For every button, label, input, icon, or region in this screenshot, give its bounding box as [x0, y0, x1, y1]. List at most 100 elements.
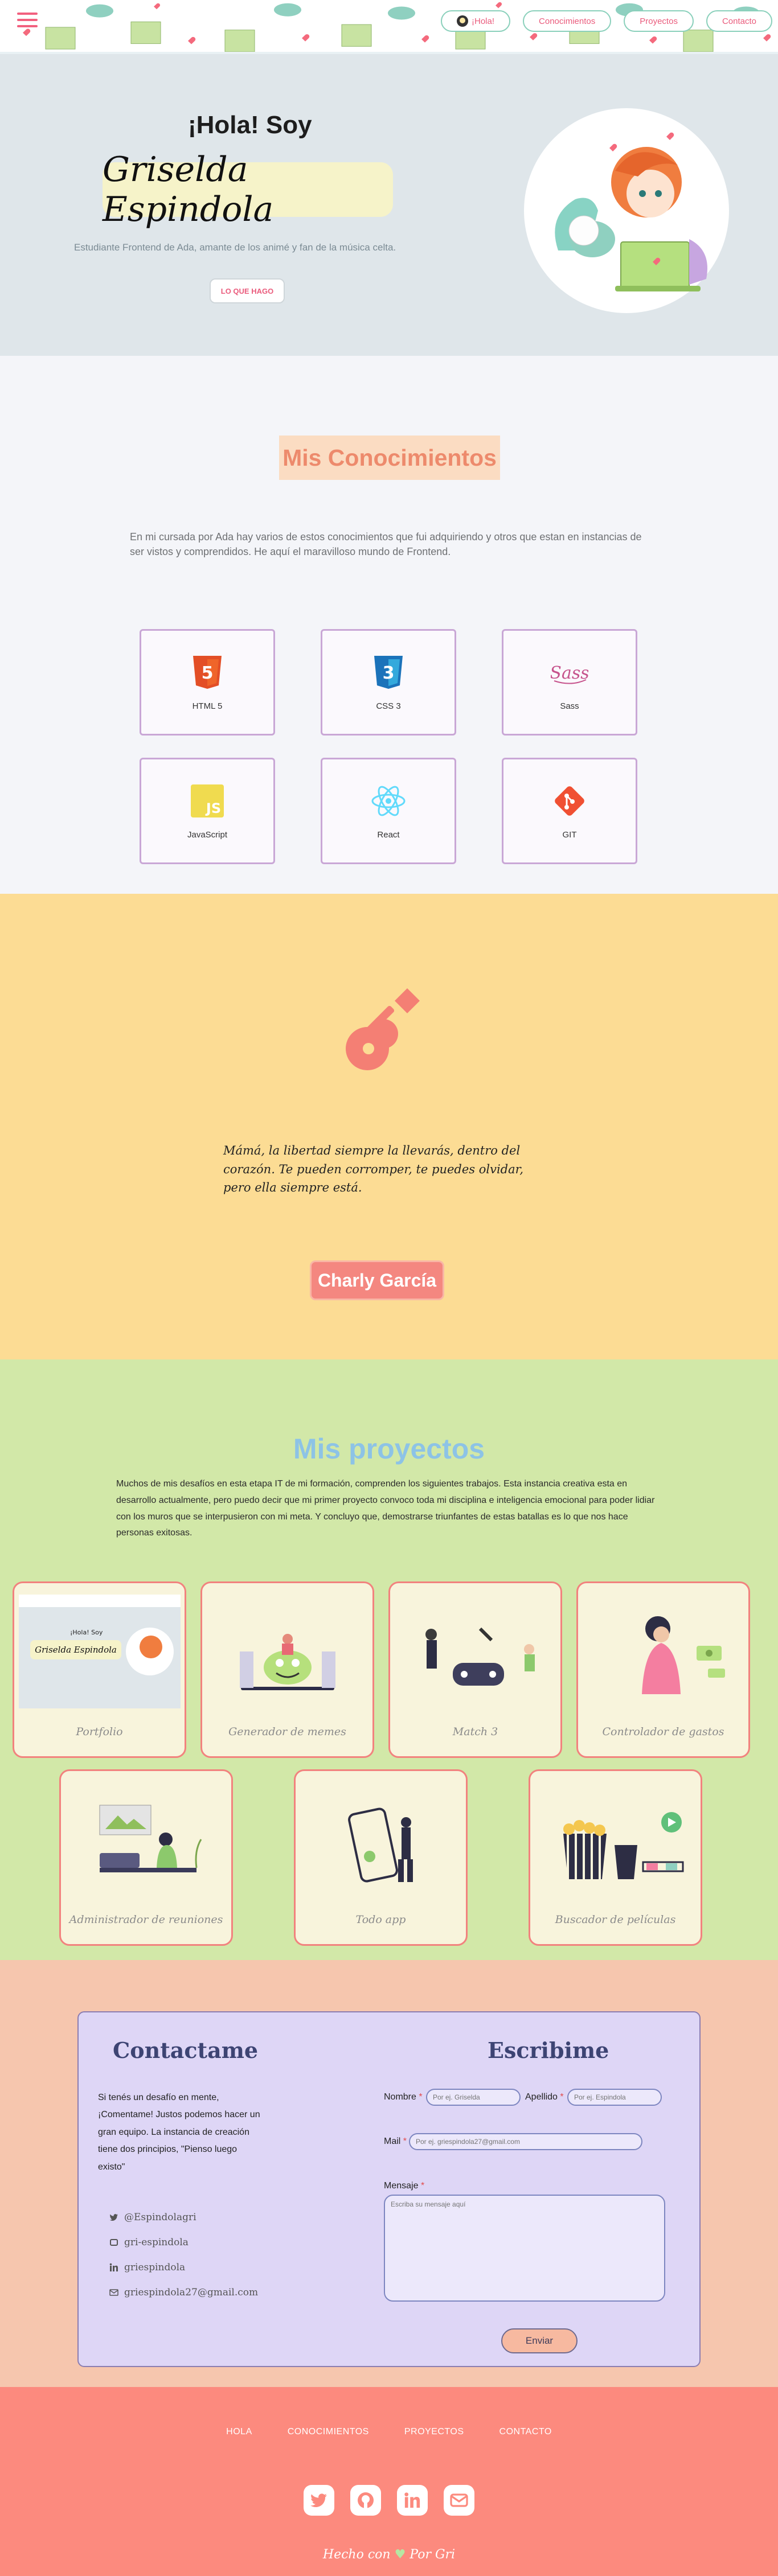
expense-tracker-illustration — [642, 1616, 725, 1694]
message-label: Mensaje * — [384, 2181, 425, 2191]
twitter-icon — [109, 2214, 118, 2221]
project-card-reuniones[interactable]: Administrador de reuniones — [59, 1769, 233, 1946]
footer-link-hola[interactable]: HOLA — [226, 2427, 252, 2437]
hero-greeting: ¡Hola! Soy — [188, 111, 312, 139]
avatar-mini-icon — [457, 15, 469, 27]
project-title: Generador de memes — [228, 1725, 346, 1738]
footer-social-icons — [0, 2485, 778, 2516]
nav-link-contacto[interactable]: Contacto — [706, 10, 772, 32]
project-card-todo[interactable]: Todo app — [294, 1769, 468, 1946]
footer-credit: Hecho con ♥ Por Gri — [322, 2548, 456, 2562]
css3-icon: 3 — [374, 656, 403, 689]
footer-link-proyectos[interactable]: PROYECTOS — [404, 2427, 464, 2437]
movie-search-illustration — [563, 1812, 684, 1879]
surname-field[interactable] — [567, 2089, 662, 2106]
thumb-mini-greeting: ¡Hola! Soy — [70, 1629, 103, 1636]
message-field[interactable] — [384, 2195, 665, 2302]
what-i-do-button[interactable]: LO QUE HAGO — [210, 278, 285, 303]
project-card-match3[interactable]: Match 3 — [388, 1581, 562, 1758]
top-navigation: ¡Hola! Conocimientos Proyectos Contacto — [0, 0, 778, 54]
skill-card-css[interactable]: 3 CSS 3 — [321, 629, 456, 736]
skill-card-sass[interactable]: Sass Sass — [502, 629, 637, 736]
contact-intro: Si tenés un desafío en mente, ¡Comentame… — [98, 2093, 260, 2172]
name-label: Nombre * — [384, 2092, 423, 2102]
social-linkedin[interactable]: griespindola — [109, 2262, 185, 2273]
project-title: Match 3 — [452, 1725, 498, 1738]
meme-generator-illustration — [240, 1634, 335, 1690]
quote-author: Charly García — [310, 1260, 444, 1300]
project-card-gastos[interactable]: Controlador de gastos — [576, 1581, 750, 1758]
nav-link-label: ¡Hola! — [472, 16, 495, 26]
html5-icon: 5 — [193, 656, 222, 689]
match3-game-illustration — [425, 1627, 535, 1686]
skill-label: Sass — [560, 701, 579, 711]
footer-link-conocimientos[interactable]: CONOCIMIENTOS — [288, 2427, 369, 2437]
quote-text: Mámá, la libertad siempre la llevarás, d… — [223, 1144, 524, 1195]
svg-text:3: 3 — [383, 663, 395, 683]
skill-card-react[interactable]: React — [321, 758, 456, 864]
skills-title: Mis Conocimientos — [279, 436, 500, 480]
footer-twitter-icon[interactable] — [304, 2485, 334, 2516]
footer-github-icon[interactable] — [350, 2485, 381, 2516]
sass-icon: Sass — [551, 663, 588, 684]
hero-section: ¡Hola! Soy Griselda Espindola Estudiante… — [0, 54, 778, 356]
social-text: griespindola27@gmail.com — [124, 2287, 259, 2298]
nav-links: ¡Hola! Conocimientos Proyectos Contacto — [441, 10, 772, 32]
quote-section: Mámá, la libertad siempre la llevarás, d… — [0, 894, 778, 1359]
email-field[interactable] — [409, 2133, 642, 2150]
skill-card-html[interactable]: 5 HTML 5 — [140, 629, 275, 736]
meeting-manager-illustration — [99, 1805, 202, 1872]
heart-icon: ♥ — [394, 2548, 406, 2562]
projects-description: Muchos de mis desafíos en esta etapa IT … — [116, 1479, 655, 1538]
social-text: gri-espindola — [124, 2237, 189, 2248]
svg-text:JS: JS — [205, 800, 221, 816]
mail-label: Mail * — [384, 2137, 407, 2146]
react-icon — [371, 786, 406, 816]
social-text: griespindola — [124, 2262, 186, 2273]
project-card-memes[interactable]: Generador de memes — [200, 1581, 374, 1758]
guitar-icon — [346, 988, 420, 1070]
javascript-icon: JS — [191, 784, 224, 817]
project-title: Todo app — [355, 1913, 406, 1926]
girl-with-laptop-illustration — [555, 132, 707, 291]
svg-text:Sass: Sass — [551, 663, 588, 683]
footer-links: HOLA CONOCIMIENTOS PROYECTOS CONTACTO — [0, 2427, 778, 2437]
social-github[interactable]: gri-espindola — [109, 2237, 189, 2248]
skill-card-javascript[interactable]: JS JavaScript — [140, 758, 275, 864]
linkedin-icon — [109, 2263, 118, 2271]
footer-email-icon[interactable] — [444, 2485, 474, 2516]
send-button[interactable]: Enviar — [501, 2328, 578, 2353]
hero-name: Griselda Espindola — [103, 150, 393, 229]
social-email[interactable]: griespindola27@gmail.com — [109, 2287, 258, 2298]
nav-link-label: Proyectos — [640, 16, 678, 26]
contact-section: Contactame Escribime Si tenés un desafío… — [0, 1960, 778, 2387]
skill-label: CSS 3 — [376, 701, 401, 711]
social-twitter[interactable]: @Espindolagri — [109, 2212, 196, 2223]
projects-section: Mis proyectos Muchos de mis desafíos en … — [0, 1359, 778, 1960]
git-icon — [555, 786, 584, 816]
todo-app-illustration — [348, 1807, 413, 1883]
portfolio-thumbnail: ¡Hola! Soy Griselda Espindola — [19, 1595, 181, 1708]
project-card-peliculas[interactable]: Buscador de películas — [529, 1769, 702, 1946]
nav-link-conocimientos[interactable]: Conocimientos — [523, 10, 612, 32]
skill-card-git[interactable]: GIT — [502, 758, 637, 864]
contact-title: Contactame — [113, 2037, 259, 2063]
project-title: Administrador de reuniones — [69, 1913, 223, 1926]
footer: HOLA CONOCIMIENTOS PROYECTOS CONTACTO He… — [0, 2387, 778, 2576]
project-title: Portfolio — [76, 1725, 123, 1738]
project-card-portfolio[interactable]: ¡Hola! Soy Griselda Espindola Portfolio — [13, 1581, 186, 1758]
skill-label: JavaScript — [187, 830, 228, 840]
skills-section: Mis Conocimientos En mi cursada por Ada … — [0, 356, 778, 894]
name-field[interactable] — [426, 2089, 521, 2106]
hamburger-icon[interactable] — [17, 13, 38, 28]
nav-link-proyectos[interactable]: Proyectos — [624, 10, 694, 32]
write-me-title: Escribime — [488, 2037, 609, 2063]
email-icon — [109, 2289, 118, 2296]
hero-subtitle: Estudiante Frontend de Ada, amante de lo… — [74, 242, 396, 253]
footer-link-contacto[interactable]: CONTACTO — [499, 2427, 552, 2437]
footer-linkedin-icon[interactable] — [397, 2485, 428, 2516]
skill-label: HTML 5 — [192, 701, 223, 711]
avatar — [524, 108, 729, 313]
nav-link-hola[interactable]: ¡Hola! — [441, 10, 511, 32]
skills-description: En mi cursada por Ada hay varios de esto… — [130, 531, 642, 558]
